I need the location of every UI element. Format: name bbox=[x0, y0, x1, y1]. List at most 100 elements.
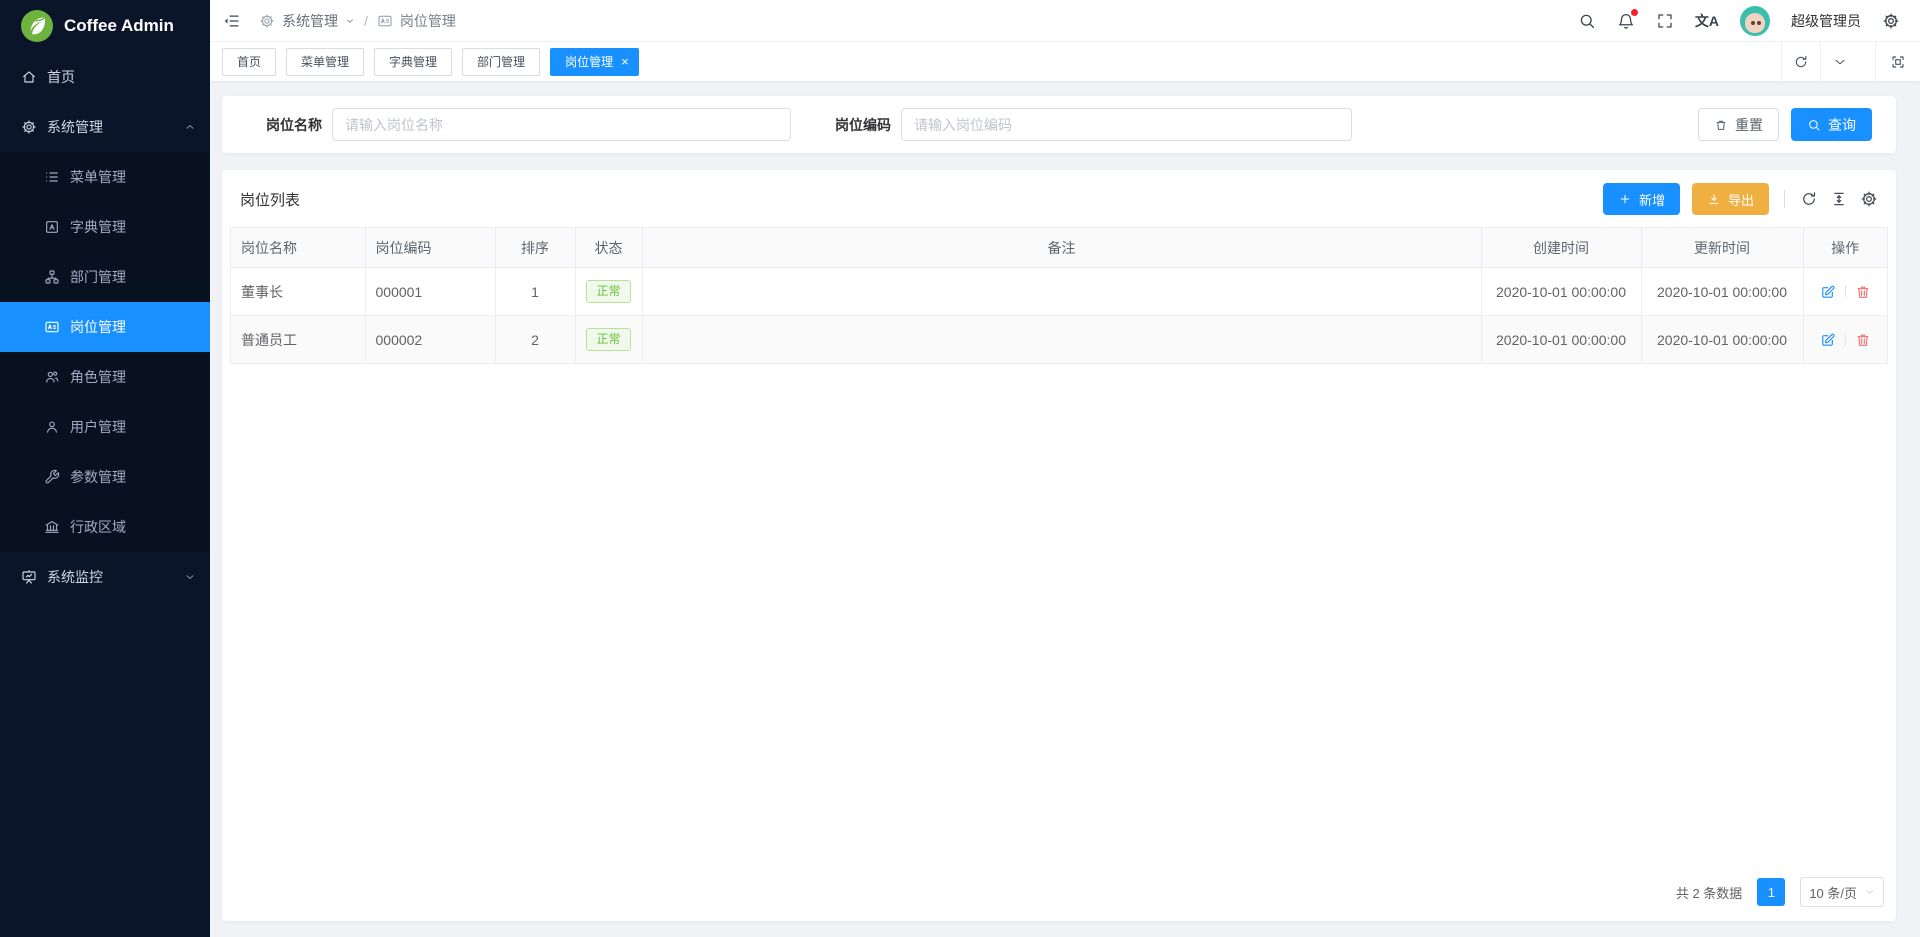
fullscreen-button[interactable] bbox=[1656, 12, 1674, 30]
col-sort: 排序 bbox=[495, 228, 575, 268]
col-remark: 备注 bbox=[642, 228, 1481, 268]
sidebar-item-label: 系统监控 bbox=[47, 567, 184, 587]
post-list-panel: 岗位列表 新增 导出 bbox=[222, 170, 1896, 921]
col-status: 状态 bbox=[575, 228, 642, 268]
panel-header: 岗位列表 新增 导出 bbox=[230, 183, 1888, 215]
gear-icon bbox=[259, 13, 275, 29]
chevron-down-icon bbox=[184, 571, 196, 583]
home-icon bbox=[21, 69, 37, 85]
badge-icon bbox=[44, 319, 60, 335]
chevron-down-icon bbox=[1865, 887, 1875, 897]
edit-button[interactable] bbox=[1820, 284, 1836, 300]
col-post-name: 岗位名称 bbox=[231, 228, 365, 268]
reset-button[interactable]: 重置 bbox=[1698, 108, 1779, 141]
avatar[interactable] bbox=[1740, 6, 1770, 36]
sidebar: Coffee Admin 首页 系统管理 菜单管理 字典管理 部门管理 bbox=[0, 0, 210, 937]
page-button-1[interactable]: 1 bbox=[1757, 878, 1785, 906]
sidebar-item-monitor[interactable]: 系统监控 bbox=[0, 552, 210, 602]
badge-icon bbox=[377, 13, 393, 29]
notification-dot bbox=[1631, 9, 1638, 16]
sidebar-item-region-mgmt[interactable]: 行政区域 bbox=[0, 502, 210, 552]
collapse-menu-icon bbox=[223, 12, 241, 30]
refresh-tab-button[interactable] bbox=[1781, 42, 1820, 81]
notifications-button[interactable] bbox=[1617, 12, 1635, 30]
sidebar-item-dept-mgmt[interactable]: 部门管理 bbox=[0, 252, 210, 302]
search-icon bbox=[1807, 118, 1821, 132]
sidebar-item-param-mgmt[interactable]: 参数管理 bbox=[0, 452, 210, 502]
sidebar-item-label: 部门管理 bbox=[70, 267, 196, 287]
refresh-table-button[interactable] bbox=[1800, 190, 1818, 208]
cell-name: 普通员工 bbox=[231, 316, 365, 364]
gear-icon bbox=[1860, 190, 1878, 208]
sidebar-item-system[interactable]: 系统管理 bbox=[0, 102, 210, 152]
tab-options-button[interactable] bbox=[1820, 42, 1859, 81]
search-button[interactable] bbox=[1578, 12, 1596, 30]
tab-dept-mgmt[interactable]: 部门管理 bbox=[462, 48, 540, 76]
column-settings-button[interactable] bbox=[1860, 190, 1878, 208]
add-button[interactable]: 新增 bbox=[1603, 183, 1680, 215]
user-icon bbox=[44, 419, 60, 435]
trash-icon bbox=[1855, 284, 1871, 300]
tab-menu-mgmt[interactable]: 菜单管理 bbox=[286, 48, 364, 76]
search-icon bbox=[1578, 12, 1596, 30]
breadcrumb-separator: / bbox=[364, 13, 368, 29]
delete-button[interactable] bbox=[1855, 332, 1871, 348]
export-button[interactable]: 导出 bbox=[1692, 183, 1769, 215]
sidebar-item-home[interactable]: 首页 bbox=[0, 52, 210, 102]
post-name-input[interactable] bbox=[332, 108, 791, 141]
edit-icon bbox=[1820, 284, 1836, 300]
sidebar-item-post-mgmt[interactable]: 岗位管理 bbox=[0, 302, 210, 352]
table-toolbar: 新增 导出 bbox=[1603, 183, 1878, 215]
status-badge: 正常 bbox=[586, 328, 630, 351]
cell-actions bbox=[1803, 268, 1887, 316]
export-label: 导出 bbox=[1728, 190, 1754, 209]
app-logo: Coffee Admin bbox=[0, 0, 210, 52]
sidebar-item-role-mgmt[interactable]: 角色管理 bbox=[0, 352, 210, 402]
sidebar-item-menu-mgmt[interactable]: 菜单管理 bbox=[0, 152, 210, 202]
navbar-actions: 文A 超级管理员 bbox=[1578, 6, 1900, 36]
collapse-sidebar-button[interactable] bbox=[223, 12, 241, 30]
sidebar-item-label: 岗位管理 bbox=[70, 317, 196, 337]
edit-icon bbox=[1820, 332, 1836, 348]
row-density-button[interactable] bbox=[1830, 190, 1848, 208]
search-actions: 重置 查询 bbox=[1698, 108, 1872, 141]
bank-icon bbox=[44, 519, 60, 535]
action-divider bbox=[1845, 333, 1846, 346]
sidebar-item-user-mgmt[interactable]: 用户管理 bbox=[0, 402, 210, 452]
settings-button[interactable] bbox=[1882, 12, 1900, 30]
cell-created: 2020-10-01 00:00:00 bbox=[1481, 268, 1641, 316]
main-area: 系统管理 / 岗位管理 文A 超级管理员 bbox=[210, 0, 1920, 937]
tab-home[interactable]: 首页 bbox=[222, 48, 276, 76]
language-button[interactable]: 文A bbox=[1695, 14, 1719, 28]
col-actions: 操作 bbox=[1803, 228, 1887, 268]
post-code-label: 岗位编码 bbox=[791, 115, 891, 135]
sidebar-item-label: 首页 bbox=[47, 67, 196, 87]
breadcrumb: 系统管理 / 岗位管理 bbox=[259, 11, 456, 31]
delete-button[interactable] bbox=[1855, 284, 1871, 300]
tab-close-icon[interactable] bbox=[621, 55, 629, 68]
tab-post-mgmt[interactable]: 岗位管理 bbox=[550, 48, 639, 76]
maximize-content-button[interactable] bbox=[1875, 42, 1920, 81]
tab-dict-mgmt[interactable]: 字典管理 bbox=[374, 48, 452, 76]
username[interactable]: 超级管理员 bbox=[1791, 11, 1861, 31]
gear-icon bbox=[1882, 12, 1900, 30]
chevron-up-icon bbox=[184, 121, 196, 133]
breadcrumb-current: 岗位管理 bbox=[400, 11, 456, 31]
edit-button[interactable] bbox=[1820, 332, 1836, 348]
pagination: 共 2 条数据 1 10 条/页 bbox=[230, 865, 1888, 909]
post-code-input[interactable] bbox=[901, 108, 1352, 141]
row-height-icon bbox=[1830, 190, 1848, 208]
cell-sort: 1 bbox=[495, 268, 575, 316]
cell-status: 正常 bbox=[575, 268, 642, 316]
tab-label: 菜单管理 bbox=[301, 53, 349, 70]
sidebar-item-label: 角色管理 bbox=[70, 367, 196, 387]
sidebar-item-dict-mgmt[interactable]: 字典管理 bbox=[0, 202, 210, 252]
sidebar-item-label: 字典管理 bbox=[70, 217, 196, 237]
breadcrumb-section[interactable]: 系统管理 bbox=[282, 11, 338, 31]
page-size-select[interactable]: 10 条/页 bbox=[1800, 877, 1884, 907]
add-label: 新增 bbox=[1639, 190, 1665, 209]
query-button[interactable]: 查询 bbox=[1791, 108, 1872, 141]
table-row: 普通员工 000002 2 正常 2020-10-01 00:00:00 202… bbox=[231, 316, 1887, 364]
wrench-icon bbox=[44, 469, 60, 485]
maximize-icon bbox=[1890, 54, 1906, 70]
